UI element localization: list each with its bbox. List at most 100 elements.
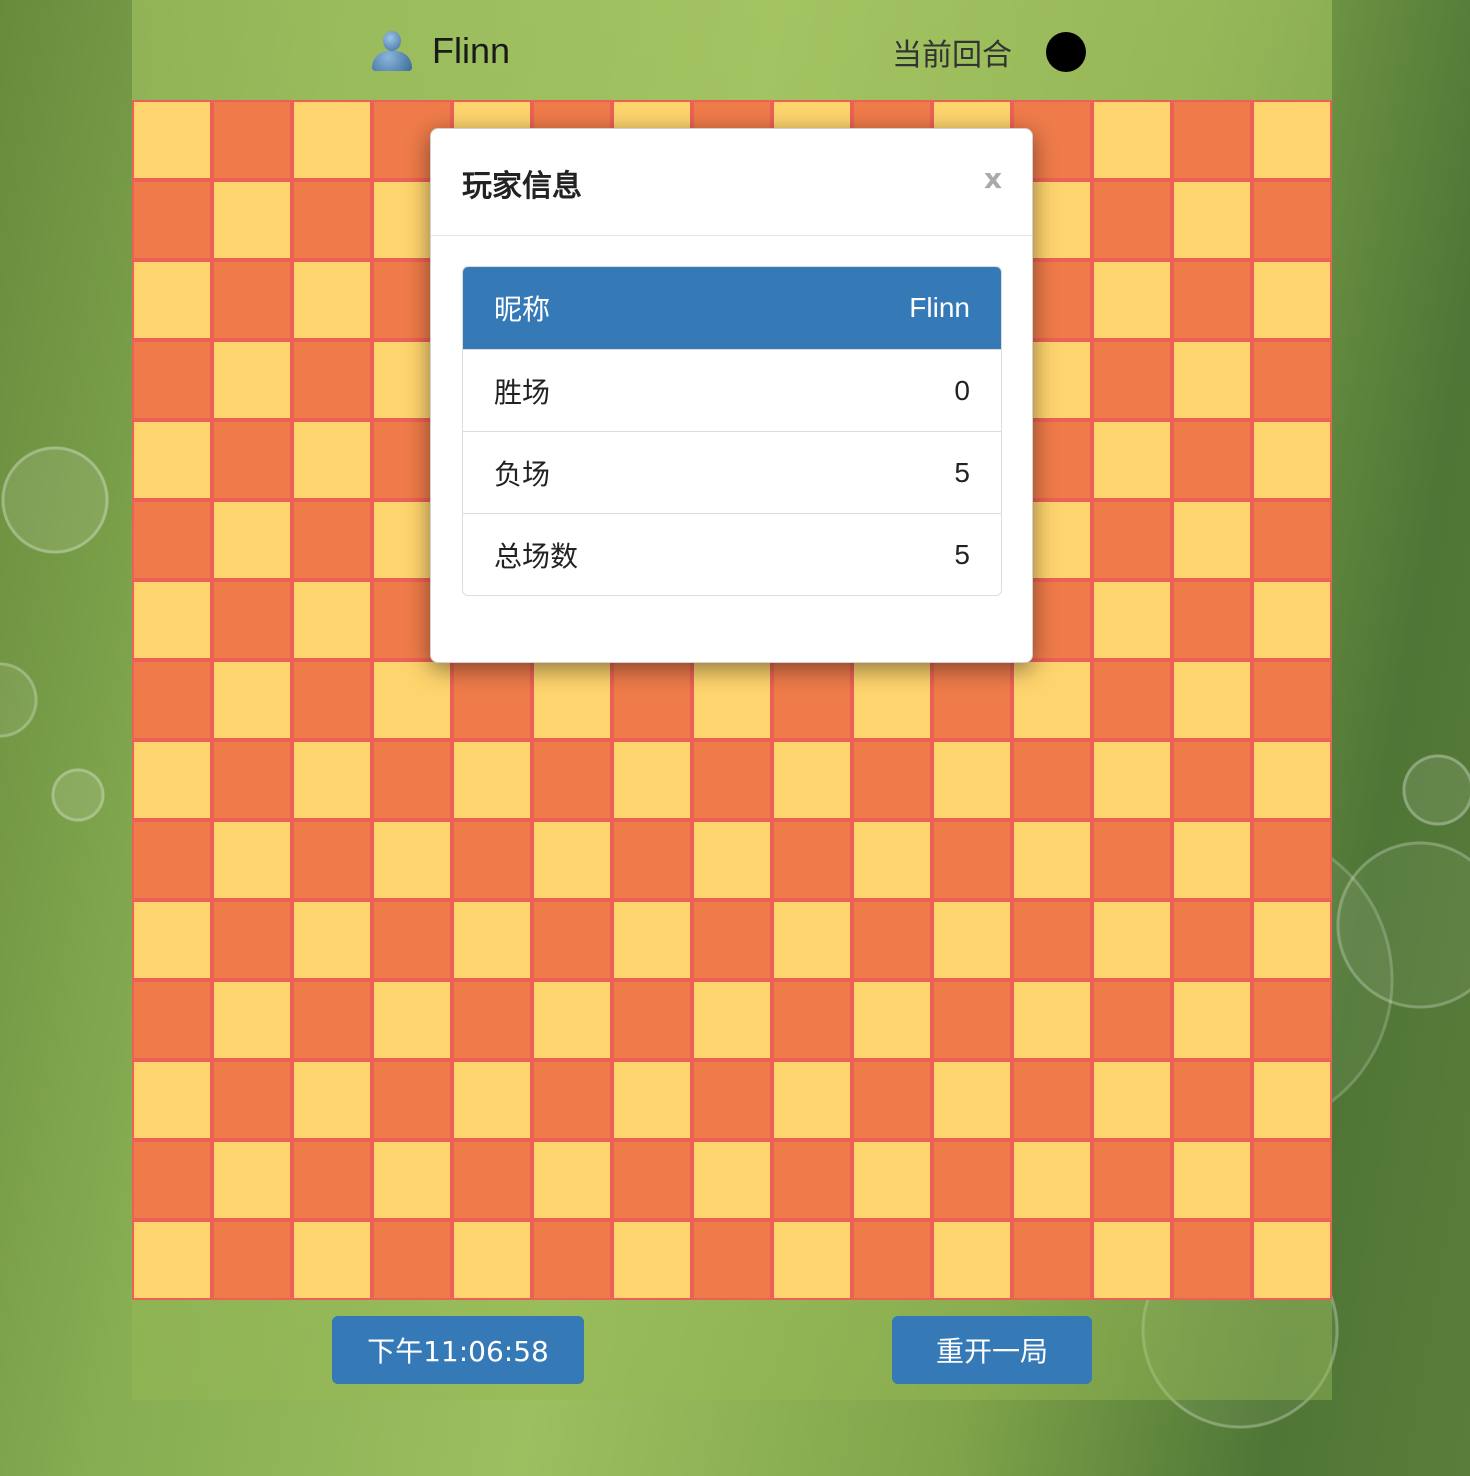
board-cell[interactable] bbox=[292, 340, 372, 420]
board-cell[interactable] bbox=[1252, 1060, 1332, 1140]
board-cell[interactable] bbox=[852, 740, 932, 820]
board-cell[interactable] bbox=[1172, 180, 1252, 260]
board-cell[interactable] bbox=[1252, 740, 1332, 820]
board-cell[interactable] bbox=[212, 420, 292, 500]
board-cell[interactable] bbox=[932, 1060, 1012, 1140]
board-cell[interactable] bbox=[692, 980, 772, 1060]
board-cell[interactable] bbox=[1252, 500, 1332, 580]
board-cell[interactable] bbox=[852, 980, 932, 1060]
board-cell[interactable] bbox=[852, 1060, 932, 1140]
board-cell[interactable] bbox=[292, 260, 372, 340]
clock-button[interactable]: 下午11:06:58 bbox=[332, 1316, 584, 1384]
board-cell[interactable] bbox=[1252, 180, 1332, 260]
board-cell[interactable] bbox=[1092, 1060, 1172, 1140]
board-cell[interactable] bbox=[452, 1220, 532, 1300]
board-cell[interactable] bbox=[1172, 1220, 1252, 1300]
board-cell[interactable] bbox=[372, 740, 452, 820]
board-cell[interactable] bbox=[1172, 260, 1252, 340]
board-cell[interactable] bbox=[692, 1140, 772, 1220]
board-cell[interactable] bbox=[1252, 980, 1332, 1060]
board-cell[interactable] bbox=[372, 980, 452, 1060]
board-cell[interactable] bbox=[772, 900, 852, 980]
board-cell[interactable] bbox=[772, 660, 852, 740]
board-cell[interactable] bbox=[532, 820, 612, 900]
board-cell[interactable] bbox=[292, 500, 372, 580]
board-cell[interactable] bbox=[932, 1140, 1012, 1220]
board-cell[interactable] bbox=[372, 820, 452, 900]
board-cell[interactable] bbox=[1092, 340, 1172, 420]
board-cell[interactable] bbox=[692, 740, 772, 820]
board-cell[interactable] bbox=[1252, 580, 1332, 660]
board-cell[interactable] bbox=[1092, 1220, 1172, 1300]
board-cell[interactable] bbox=[1172, 1060, 1252, 1140]
board-cell[interactable] bbox=[292, 1140, 372, 1220]
board-cell[interactable] bbox=[292, 1060, 372, 1140]
board-cell[interactable] bbox=[1172, 340, 1252, 420]
board-cell[interactable] bbox=[132, 820, 212, 900]
board-cell[interactable] bbox=[1252, 260, 1332, 340]
board-cell[interactable] bbox=[692, 900, 772, 980]
board-cell[interactable] bbox=[772, 980, 852, 1060]
board-cell[interactable] bbox=[532, 900, 612, 980]
board-cell[interactable] bbox=[212, 100, 292, 180]
board-cell[interactable] bbox=[1012, 1060, 1092, 1140]
board-cell[interactable] bbox=[932, 980, 1012, 1060]
board-cell[interactable] bbox=[772, 1060, 852, 1140]
board-cell[interactable] bbox=[212, 580, 292, 660]
board-cell[interactable] bbox=[1252, 100, 1332, 180]
board-cell[interactable] bbox=[932, 900, 1012, 980]
board-cell[interactable] bbox=[772, 1220, 852, 1300]
board-cell[interactable] bbox=[292, 740, 372, 820]
board-cell[interactable] bbox=[1092, 420, 1172, 500]
board-cell[interactable] bbox=[292, 900, 372, 980]
board-cell[interactable] bbox=[612, 740, 692, 820]
board-cell[interactable] bbox=[132, 900, 212, 980]
board-cell[interactable] bbox=[1092, 500, 1172, 580]
board-cell[interactable] bbox=[212, 1060, 292, 1140]
board-cell[interactable] bbox=[212, 900, 292, 980]
board-cell[interactable] bbox=[212, 500, 292, 580]
board-cell[interactable] bbox=[1172, 500, 1252, 580]
board-cell[interactable] bbox=[372, 1220, 452, 1300]
board-cell[interactable] bbox=[692, 1220, 772, 1300]
board-cell[interactable] bbox=[212, 340, 292, 420]
board-cell[interactable] bbox=[1172, 820, 1252, 900]
board-cell[interactable] bbox=[452, 1140, 532, 1220]
board-cell[interactable] bbox=[452, 900, 532, 980]
board-cell[interactable] bbox=[1172, 100, 1252, 180]
board-cell[interactable] bbox=[532, 1220, 612, 1300]
board-cell[interactable] bbox=[612, 660, 692, 740]
board-cell[interactable] bbox=[1172, 980, 1252, 1060]
board-cell[interactable] bbox=[692, 1060, 772, 1140]
board-cell[interactable] bbox=[452, 820, 532, 900]
board-cell[interactable] bbox=[1092, 580, 1172, 660]
board-cell[interactable] bbox=[1252, 900, 1332, 980]
board-cell[interactable] bbox=[132, 580, 212, 660]
board-cell[interactable] bbox=[292, 1220, 372, 1300]
board-cell[interactable] bbox=[692, 660, 772, 740]
board-cell[interactable] bbox=[212, 1220, 292, 1300]
board-cell[interactable] bbox=[132, 420, 212, 500]
board-cell[interactable] bbox=[1012, 740, 1092, 820]
board-cell[interactable] bbox=[372, 900, 452, 980]
board-cell[interactable] bbox=[772, 740, 852, 820]
board-cell[interactable] bbox=[1092, 900, 1172, 980]
board-cell[interactable] bbox=[132, 100, 212, 180]
board-cell[interactable] bbox=[132, 260, 212, 340]
board-cell[interactable] bbox=[1092, 1140, 1172, 1220]
board-cell[interactable] bbox=[132, 340, 212, 420]
board-cell[interactable] bbox=[212, 180, 292, 260]
board-cell[interactable] bbox=[1092, 100, 1172, 180]
board-cell[interactable] bbox=[212, 740, 292, 820]
board-cell[interactable] bbox=[532, 1140, 612, 1220]
board-cell[interactable] bbox=[132, 1060, 212, 1140]
board-cell[interactable] bbox=[1092, 820, 1172, 900]
restart-button[interactable]: 重开一局 bbox=[892, 1316, 1092, 1384]
board-cell[interactable] bbox=[1092, 740, 1172, 820]
board-cell[interactable] bbox=[852, 1220, 932, 1300]
board-cell[interactable] bbox=[772, 1140, 852, 1220]
board-cell[interactable] bbox=[1012, 1140, 1092, 1220]
board-cell[interactable] bbox=[292, 180, 372, 260]
board-cell[interactable] bbox=[1092, 660, 1172, 740]
board-cell[interactable] bbox=[1172, 740, 1252, 820]
